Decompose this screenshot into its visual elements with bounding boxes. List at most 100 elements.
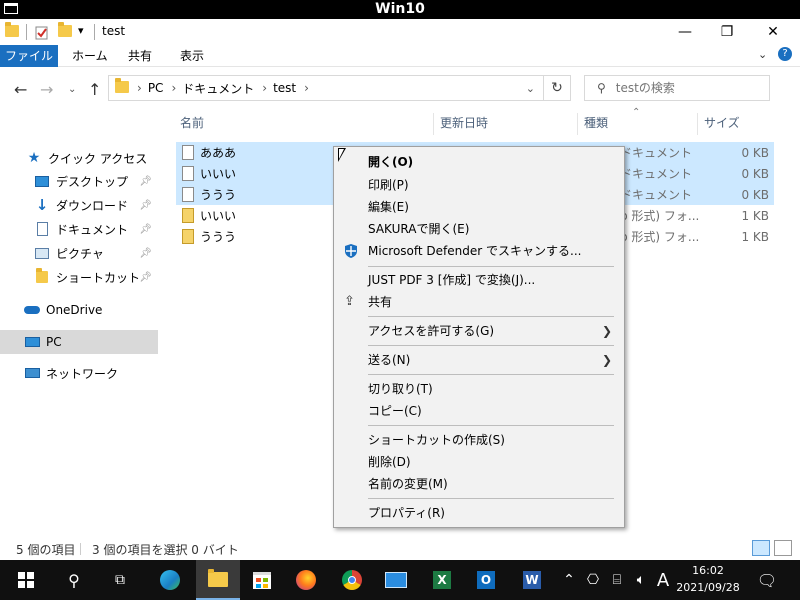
- menu-share-label: 共有: [368, 295, 393, 309]
- maximize-button[interactable]: ❐: [704, 19, 750, 45]
- menu-copy[interactable]: コピー(C): [334, 400, 624, 422]
- chevron-right-icon[interactable]: ›: [262, 81, 267, 95]
- pin-icon[interactable]: 📌︎: [139, 224, 152, 235]
- task-view-button[interactable]: ⧉: [98, 560, 142, 600]
- column-divider[interactable]: [433, 113, 434, 135]
- contacts-app-button[interactable]: [374, 560, 418, 600]
- address-bar[interactable]: › PC › ドキュメント › test › ⌄: [108, 75, 544, 101]
- refresh-button[interactable]: ↻: [543, 75, 571, 101]
- nav-downloads[interactable]: ↓ ダウンロード 📌︎: [0, 193, 158, 217]
- chrome-button[interactable]: [330, 560, 374, 600]
- defender-shield-icon: [345, 244, 357, 258]
- start-button[interactable]: [4, 560, 48, 600]
- menu-defender[interactable]: Microsoft Defender でスキャンする...: [334, 240, 624, 262]
- store-icon: [253, 571, 271, 589]
- tab-home[interactable]: ホーム: [62, 45, 118, 67]
- breadcrumb-pc[interactable]: PC: [148, 81, 164, 95]
- recent-chevron-icon[interactable]: ⌄: [68, 84, 76, 95]
- menu-sakura[interactable]: SAKURAで開く(E): [334, 218, 624, 240]
- search-button[interactable]: ⚲: [52, 560, 96, 600]
- details-view-icon[interactable]: [752, 540, 770, 556]
- nav-network[interactable]: ネットワーク: [0, 361, 158, 385]
- menu-separator: [368, 345, 614, 346]
- text-file-icon: [182, 166, 194, 181]
- share-icon: ⇪: [344, 294, 355, 309]
- breadcrumb-test[interactable]: test: [273, 81, 296, 95]
- nav-pc[interactable]: PC: [0, 330, 158, 354]
- column-divider[interactable]: [577, 113, 578, 135]
- notification-icon[interactable]: 🗨︎: [754, 560, 780, 600]
- menu-print[interactable]: 印刷(P): [334, 174, 624, 196]
- menu-send-to[interactable]: 送る(N) ❯: [334, 349, 624, 371]
- menu-separator: [368, 266, 614, 267]
- pin-icon[interactable]: 📌︎: [139, 176, 152, 187]
- show-hidden-icons-chevron-icon[interactable]: ⌃: [560, 560, 578, 600]
- menu-cut[interactable]: 切り取り(T): [334, 378, 624, 400]
- network-icon[interactable]: ⌸: [608, 560, 626, 600]
- nav-desktop[interactable]: デスクトップ 📌︎: [0, 169, 158, 193]
- tab-view[interactable]: 表示: [170, 45, 214, 67]
- nav-onedrive[interactable]: OneDrive: [0, 298, 158, 322]
- menu-separator: [368, 374, 614, 375]
- chevron-right-icon[interactable]: ›: [171, 81, 176, 95]
- refresh-icon: ↻: [551, 80, 563, 96]
- column-modified[interactable]: 更新日時: [440, 110, 488, 136]
- edge-button[interactable]: [148, 560, 192, 600]
- network-icon: [24, 366, 40, 380]
- menu-share[interactable]: ⇪ 共有: [334, 291, 624, 313]
- tab-share[interactable]: 共有: [118, 45, 162, 67]
- desktop-icon: [34, 174, 50, 188]
- menu-properties[interactable]: プロパティ(R): [334, 502, 624, 524]
- pin-icon[interactable]: 📌︎: [139, 200, 152, 211]
- nav-documents[interactable]: ドキュメント 📌︎: [0, 217, 158, 241]
- minimize-button[interactable]: —: [662, 19, 708, 45]
- menu-rename[interactable]: 名前の変更(M): [334, 473, 624, 495]
- back-arrow-icon[interactable]: ←: [14, 80, 27, 99]
- nav-quick-access[interactable]: ★ クイック アクセス: [0, 146, 158, 170]
- people-icon[interactable]: ⎔: [584, 560, 602, 600]
- menu-delete[interactable]: 削除(D): [334, 451, 624, 473]
- column-size[interactable]: サイズ: [704, 110, 740, 136]
- firefox-button[interactable]: [284, 560, 328, 600]
- volume-icon[interactable]: 🔈︎: [632, 560, 650, 600]
- nav-shortcut[interactable]: ショートカット 📌︎: [0, 265, 158, 289]
- up-arrow-icon[interactable]: ↑: [88, 80, 101, 99]
- properties-check-icon[interactable]: [35, 25, 49, 40]
- column-divider[interactable]: [697, 113, 698, 135]
- file-type: ドキュメント: [620, 167, 693, 181]
- menu-edit[interactable]: 編集(E): [334, 196, 624, 218]
- pin-icon[interactable]: 📌︎: [139, 272, 152, 283]
- address-history-chevron-icon[interactable]: ⌄: [526, 82, 535, 95]
- nav-downloads-label: ダウンロード: [56, 198, 129, 213]
- clock[interactable]: 16:02 2021/09/28: [668, 562, 748, 596]
- large-icons-view-icon[interactable]: [774, 540, 792, 556]
- chevron-right-icon[interactable]: ›: [137, 81, 142, 95]
- taskbar: ⚲ ⧉ X O W ⌃ ⎔ ⌸ 🔈︎ A 16:02 2021/09/28 🗨︎: [0, 560, 800, 600]
- chevron-right-icon[interactable]: ›: [304, 81, 309, 95]
- new-folder-icon[interactable]: [58, 22, 72, 37]
- file-size: 1 KB: [741, 208, 769, 223]
- breadcrumb-documents[interactable]: ドキュメント: [182, 80, 254, 97]
- nav-network-label: ネットワーク: [46, 366, 119, 381]
- column-name[interactable]: 名前: [180, 110, 204, 136]
- outlook-button[interactable]: O: [464, 560, 508, 600]
- column-type[interactable]: 種類: [584, 110, 608, 136]
- search-input[interactable]: [615, 81, 756, 95]
- pin-icon[interactable]: 📌︎: [139, 248, 152, 259]
- close-button[interactable]: ✕: [750, 19, 796, 45]
- menu-justpdf[interactable]: JUST PDF 3 [作成] で変換(J)...: [334, 269, 624, 291]
- nav-pictures[interactable]: ピクチャ 📌︎: [0, 241, 158, 265]
- search-box[interactable]: ⚲: [584, 75, 770, 101]
- expand-ribbon-chevron-icon[interactable]: ⌄: [758, 48, 767, 61]
- menu-create-shortcut[interactable]: ショートカットの作成(S): [334, 429, 624, 451]
- customize-qa-chevron-icon[interactable]: ▾: [78, 24, 84, 37]
- forward-arrow-icon[interactable]: →: [40, 80, 53, 99]
- help-icon[interactable]: ?: [778, 47, 792, 61]
- word-button[interactable]: W: [510, 560, 554, 600]
- tab-file[interactable]: ファイル: [0, 45, 58, 67]
- excel-button[interactable]: X: [420, 560, 464, 600]
- file-explorer-button[interactable]: [196, 560, 240, 600]
- store-button[interactable]: [240, 560, 284, 600]
- menu-give-access[interactable]: アクセスを許可する(G) ❯: [334, 320, 624, 342]
- menu-open[interactable]: 開く(O): [334, 151, 624, 173]
